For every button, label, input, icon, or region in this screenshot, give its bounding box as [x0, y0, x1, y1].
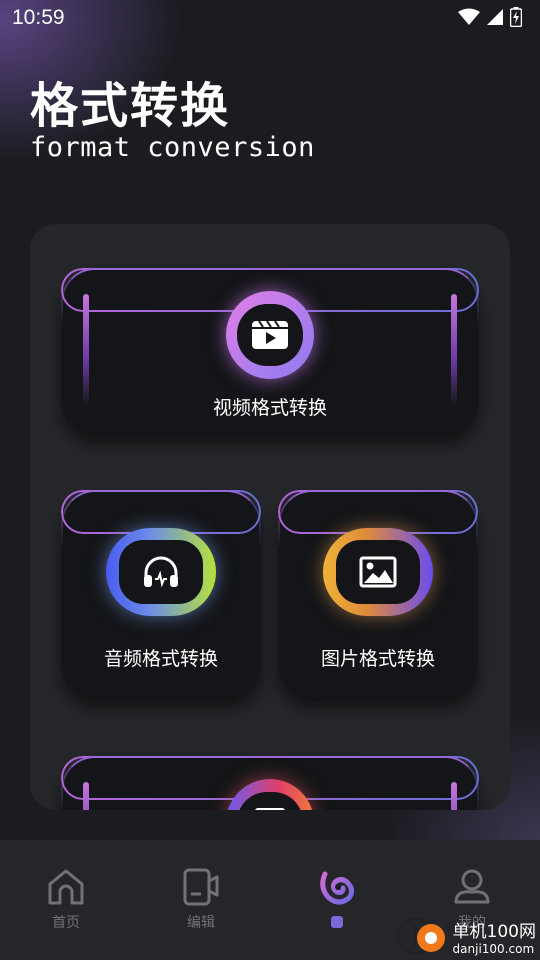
document-icon — [255, 807, 285, 810]
profile-icon — [454, 869, 490, 904]
wifi-icon — [458, 8, 480, 25]
headphones-icon — [144, 556, 178, 588]
video-camera-icon — [183, 868, 219, 906]
watermark-title: 单机100网 — [452, 921, 536, 942]
status-time: 10:59 — [12, 6, 65, 29]
audio-icon-ring — [106, 528, 216, 616]
battery-icon — [510, 7, 522, 27]
nav-label-edit: 编辑 — [187, 915, 215, 931]
more-conversion-card[interactable] — [61, 756, 479, 810]
nav-label-home: 首页 — [52, 915, 80, 931]
audio-card-label: 音频格式转换 — [103, 648, 218, 670]
active-indicator-dot — [331, 916, 343, 928]
swirl-logo-icon — [320, 871, 355, 905]
video-conversion-card[interactable]: 视频格式转换 — [61, 268, 479, 434]
watermark-logo-icon — [396, 917, 445, 955]
status-bar: 10:59 — [0, 0, 540, 36]
conversion-panel: 视频格式转换 音频格式转换 图片格式转换 — [30, 224, 510, 810]
watermark-url: danji100.com — [452, 941, 535, 956]
image-conversion-card[interactable]: 图片格式转换 — [278, 490, 478, 698]
image-icon — [359, 556, 397, 588]
page-title: 格式转换 — [30, 78, 231, 134]
audio-conversion-card[interactable]: 音频格式转换 — [61, 490, 261, 698]
image-icon-ring — [323, 528, 433, 616]
right-accent-bar — [451, 294, 457, 406]
clapperboard-icon — [252, 320, 288, 349]
right-accent-bar — [451, 782, 457, 810]
watermark: 单机100网 danji100.com — [395, 916, 536, 956]
home-icon — [48, 869, 84, 905]
signal-icon — [487, 9, 503, 25]
nav-item-convert[interactable] — [287, 868, 387, 928]
status-icons — [458, 7, 522, 27]
nav-item-home[interactable]: 首页 — [16, 868, 116, 932]
video-icon-ring — [226, 291, 314, 379]
left-accent-bar — [83, 782, 89, 810]
left-accent-bar — [83, 294, 89, 406]
nav-item-edit[interactable]: 编辑 — [151, 868, 251, 932]
page-subtitle: format conversion — [30, 132, 315, 163]
video-card-label: 视频格式转换 — [212, 397, 327, 419]
image-card-label: 图片格式转换 — [320, 648, 435, 670]
